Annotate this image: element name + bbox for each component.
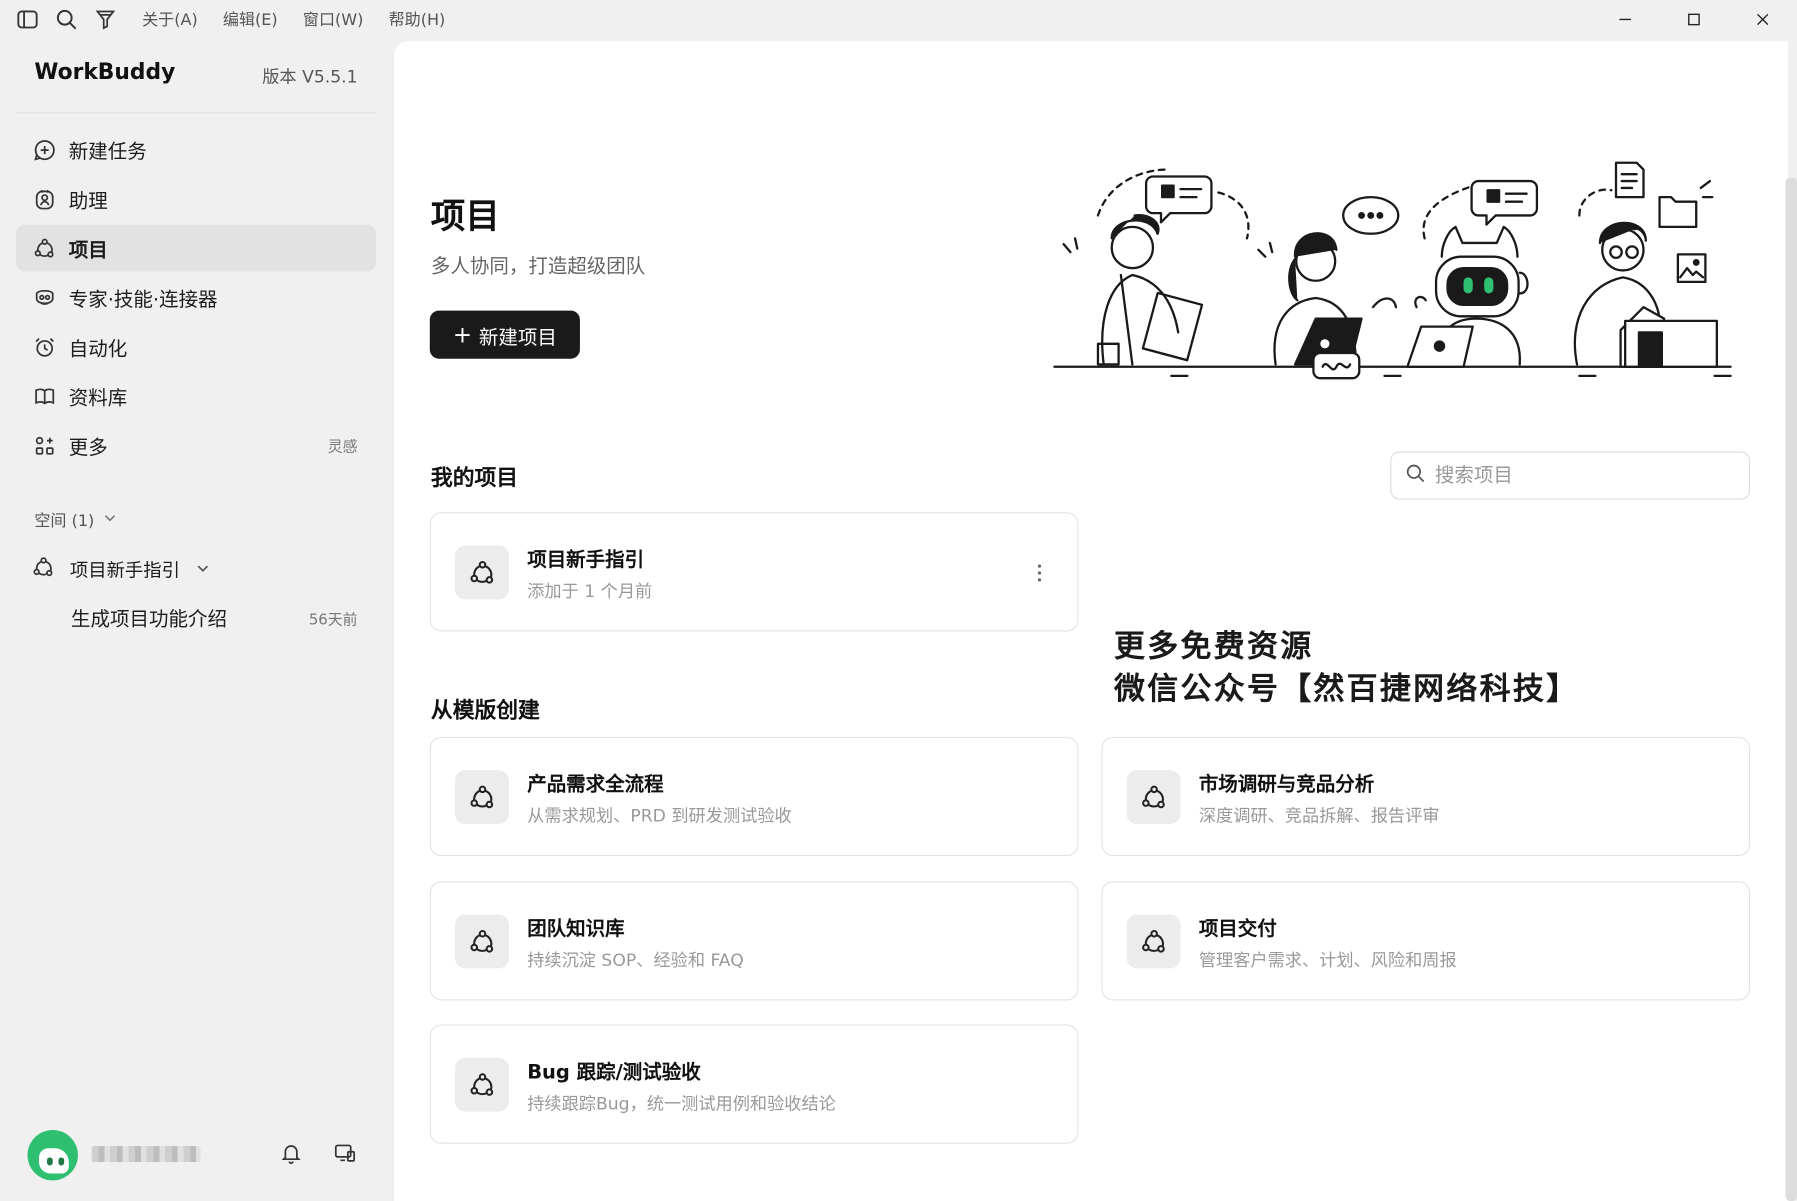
card-desc: 添加于 1 个月前	[527, 581, 653, 602]
card-desc: 持续跟踪Bug，统一测试用例和验收结论	[527, 1093, 836, 1114]
new-project-button[interactable]: + 新建项目	[429, 310, 580, 359]
avatar[interactable]	[27, 1129, 78, 1181]
sidebar-item-experts[interactable]: 专家·技能·连接器	[16, 274, 376, 321]
sidebar: WorkBuddy 版本 V5.5.1 新建任务 助理 项目 专家·技能·连接器…	[0, 39, 394, 1201]
watermark-text: 更多免费资源 微信公众号【然百捷网络科技】	[1114, 626, 1579, 711]
sidebar-item-automation[interactable]: 自动化	[16, 323, 376, 370]
sidebar-toggle-icon[interactable]	[16, 8, 39, 31]
team-illustration	[1053, 161, 1732, 380]
bell-icon[interactable]	[280, 1141, 305, 1166]
project-icon	[455, 914, 509, 969]
sidebar-item-label: 助理	[68, 190, 108, 214]
maximize-button[interactable]	[1660, 0, 1729, 39]
main-panel: 项目 多人协同，打造超级团队 + 新建项目 我的项目 搜索项目 项目新手指引 添…	[394, 41, 1788, 1201]
space-task-time: 56天前	[308, 611, 358, 630]
sidebar-item-label: 新建任务	[68, 140, 147, 164]
template-card[interactable]: 产品需求全流程 从需求规划、PRD 到研发测试验收	[429, 736, 1079, 857]
project-icon	[32, 556, 57, 581]
project-icon	[32, 236, 57, 261]
devices-icon[interactable]	[334, 1141, 359, 1166]
template-card[interactable]: 团队知识库 持续沉淀 SOP、经验和 FAQ	[429, 881, 1079, 1001]
new-project-label: 新建项目	[478, 326, 557, 349]
menu-edit[interactable]: 编辑(E)	[223, 8, 278, 31]
sidebar-item-projects[interactable]: 项目	[16, 224, 376, 272]
filter-icon[interactable]	[94, 8, 117, 31]
plus-circle-icon	[32, 137, 57, 162]
expert-icon	[32, 285, 57, 310]
my-project-card[interactable]: 项目新手指引 添加于 1 个月前	[429, 512, 1079, 632]
page-title: 项目	[430, 197, 500, 238]
page-subtitle: 多人协同，打造超级团队	[430, 255, 646, 279]
sidebar-item-assistant[interactable]: 助理	[16, 175, 376, 222]
card-title: 产品需求全流程	[527, 773, 664, 797]
book-icon	[32, 383, 57, 408]
inspiration-badge[interactable]: 灵感	[328, 434, 358, 456]
card-title: Bug 跟踪/测试验收	[527, 1061, 701, 1085]
watermark-line-2: 微信公众号【然百捷网络科技】	[1114, 671, 1580, 708]
template-card[interactable]: 项目交付 管理客户需求、计划、风险和周报	[1101, 881, 1751, 1001]
space-project-item[interactable]: 项目新手指引	[32, 555, 210, 583]
card-title: 项目新手指引	[527, 548, 645, 572]
project-icon	[1126, 770, 1181, 824]
sidebar-item-label: 项目	[68, 239, 108, 263]
templates-title: 从模版创建	[430, 697, 540, 724]
close-button[interactable]	[1728, 0, 1797, 39]
menu-about[interactable]: 关于(A)	[142, 8, 198, 31]
divider	[16, 112, 376, 114]
project-search[interactable]	[1390, 451, 1751, 500]
card-desc: 深度调研、竞品拆解、报告评审	[1198, 805, 1440, 827]
search-input[interactable]	[1434, 464, 1733, 488]
template-card[interactable]: Bug 跟踪/测试验收 持续跟踪Bug，统一测试用例和验收结论	[429, 1024, 1079, 1144]
project-icon	[455, 1057, 509, 1112]
user-name-redacted	[91, 1146, 201, 1163]
sidebar-item-label: 更多	[68, 436, 108, 460]
sidebar-nav: 新建任务 助理 项目 专家·技能·连接器 自动化 资料库 更多 灵感	[16, 126, 376, 471]
space-header-label: 空间 (1)	[34, 512, 95, 531]
chevron-down-icon	[103, 511, 117, 529]
search-icon	[1405, 463, 1426, 488]
card-desc: 从需求规划、PRD 到研发测试验收	[527, 805, 792, 827]
space-task-item[interactable]: 生成项目功能介绍	[71, 603, 227, 632]
chevron-down-icon[interactable]	[196, 558, 210, 580]
menu-help[interactable]: 帮助(H)	[389, 8, 446, 31]
card-title: 团队知识库	[527, 917, 625, 941]
sidebar-item-label: 资料库	[68, 387, 128, 411]
sidebar-footer	[0, 1109, 394, 1201]
sidebar-item-more[interactable]: 更多 灵感	[16, 422, 376, 469]
watermark-line-1: 更多免费资源	[1114, 629, 1314, 665]
app-window: 关于(A) 编辑(E) 窗口(W) 帮助(H) WorkBuddy 版本 V5.…	[0, 0, 1797, 1201]
project-icon	[455, 770, 509, 824]
menu-bar: 关于(A) 编辑(E) 窗口(W) 帮助(H)	[142, 8, 470, 31]
app-brand: WorkBuddy	[34, 59, 176, 85]
more-vertical-icon[interactable]	[1036, 562, 1043, 585]
title-bar: 关于(A) 编辑(E) 窗口(W) 帮助(H)	[0, 0, 1797, 39]
plus-icon: +	[452, 320, 473, 349]
space-project-label: 项目新手指引	[69, 559, 180, 582]
project-icon	[455, 545, 509, 600]
assistant-icon	[32, 186, 57, 211]
alarm-icon	[32, 334, 57, 359]
window-controls	[1591, 0, 1797, 39]
template-card[interactable]: 市场调研与竞品分析 深度调研、竞品拆解、报告评审	[1101, 736, 1751, 857]
sidebar-item-label: 专家·技能·连接器	[68, 288, 218, 312]
card-desc: 持续沉淀 SOP、经验和 FAQ	[527, 950, 744, 971]
card-title: 市场调研与竞品分析	[1198, 773, 1375, 797]
minimize-button[interactable]	[1591, 0, 1660, 39]
project-icon	[1126, 914, 1181, 969]
app-version: 版本 V5.5.1	[262, 66, 358, 88]
scrollbar[interactable]	[1785, 177, 1797, 1201]
card-title: 项目交付	[1198, 917, 1277, 941]
sidebar-item-label: 自动化	[68, 338, 128, 361]
space-header[interactable]: 空间 (1)	[34, 509, 117, 532]
my-projects-title: 我的项目	[430, 465, 519, 491]
search-icon[interactable]	[55, 8, 78, 31]
menu-window[interactable]: 窗口(W)	[303, 8, 363, 31]
apps-icon	[32, 433, 57, 458]
sidebar-item-library[interactable]: 资料库	[16, 372, 376, 419]
sidebar-item-new-task[interactable]: 新建任务	[16, 126, 376, 173]
card-desc: 管理客户需求、计划、风险和周报	[1198, 950, 1457, 971]
